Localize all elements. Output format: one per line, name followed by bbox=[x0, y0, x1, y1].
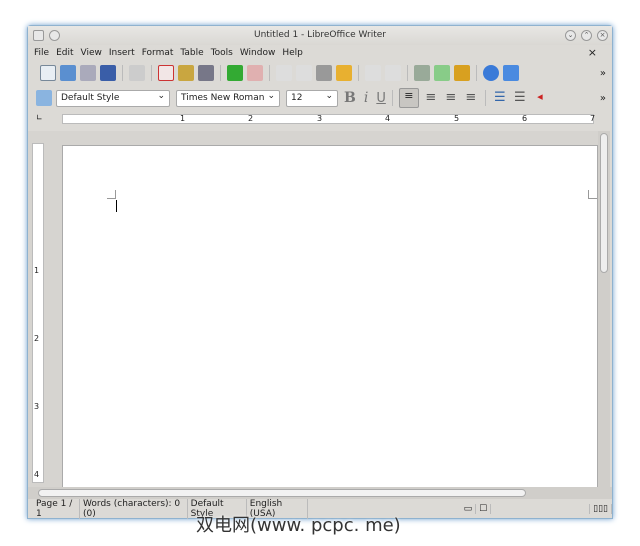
ruler-tick: 2 bbox=[34, 334, 40, 343]
horizontal-scroll-thumb[interactable] bbox=[38, 489, 526, 497]
hyperlink-icon[interactable] bbox=[414, 65, 430, 81]
title-bar: Untitled 1 - LibreOffice Writer ⌄ ⌃ × bbox=[28, 26, 612, 45]
ruler-tick: 5 bbox=[454, 114, 460, 123]
toolbar-overflow-button-2[interactable]: » bbox=[600, 93, 606, 104]
ruler-tick: 4 bbox=[34, 470, 40, 479]
print-direct-icon[interactable] bbox=[178, 65, 194, 81]
window-title: Untitled 1 - LibreOffice Writer bbox=[253, 30, 387, 40]
paragraph-style-select[interactable]: Default Style bbox=[56, 89, 170, 107]
menu-table[interactable]: Table bbox=[180, 48, 203, 58]
export-pdf-icon[interactable] bbox=[158, 65, 174, 81]
ruler-tick: 6 bbox=[522, 114, 528, 123]
export-icon[interactable] bbox=[100, 65, 116, 81]
menu-format[interactable]: Format bbox=[142, 48, 174, 58]
maximize-button[interactable]: ⌃ bbox=[581, 30, 592, 41]
tab-type-icon[interactable]: ∟ bbox=[36, 113, 43, 122]
align-left-icon[interactable]: ≡ bbox=[398, 88, 419, 108]
bullets-icon[interactable]: ☰ bbox=[512, 90, 528, 106]
separator bbox=[122, 65, 123, 81]
separator bbox=[358, 65, 359, 81]
view-layout-icon[interactable]: ▯▯▯ bbox=[590, 504, 613, 514]
zoom-slider[interactable] bbox=[491, 504, 591, 514]
menu-help[interactable]: Help bbox=[282, 48, 303, 58]
separator bbox=[391, 90, 393, 106]
redo-icon[interactable] bbox=[385, 65, 401, 81]
print-preview-icon[interactable] bbox=[198, 65, 214, 81]
standard-toolbar: » bbox=[28, 61, 612, 85]
menu-bar: File Edit View Insert Format Table Tools… bbox=[28, 45, 612, 61]
autospellcheck-icon[interactable] bbox=[247, 65, 263, 81]
ruler-tick: 1 bbox=[180, 114, 186, 123]
ruler-tick: 4 bbox=[385, 114, 391, 123]
open-icon[interactable] bbox=[60, 65, 76, 81]
ruler-tick: 1 bbox=[34, 266, 40, 275]
menu-view[interactable]: View bbox=[81, 48, 102, 58]
align-right-icon[interactable]: ≡ bbox=[443, 90, 459, 106]
horizontal-ruler[interactable]: ∟ 1 2 3 4 5 6 7 bbox=[28, 111, 612, 127]
spellcheck-icon[interactable] bbox=[227, 65, 243, 81]
minimize-button[interactable]: ⌄ bbox=[565, 30, 576, 41]
font-size-select[interactable]: 12 bbox=[286, 89, 338, 107]
paste-icon[interactable] bbox=[316, 65, 332, 81]
clone-formatting-icon[interactable] bbox=[336, 65, 352, 81]
menu-window[interactable]: Window bbox=[240, 48, 276, 58]
menu-file[interactable]: File bbox=[34, 48, 49, 58]
numbering-icon[interactable]: ☰ bbox=[492, 90, 508, 106]
separator bbox=[476, 65, 477, 81]
separator bbox=[269, 65, 270, 81]
vertical-scroll-thumb[interactable] bbox=[600, 133, 608, 273]
vertical-ruler[interactable]: 1 2 3 4 bbox=[32, 143, 44, 483]
edit-file-icon[interactable] bbox=[129, 65, 145, 81]
italic-icon[interactable]: i bbox=[364, 90, 368, 106]
navigator-icon[interactable] bbox=[483, 65, 499, 81]
word-count[interactable]: Words (characters): 0 (0) bbox=[80, 499, 188, 519]
decrease-indent-icon[interactable]: ◂ bbox=[532, 90, 548, 106]
close-button[interactable]: × bbox=[597, 30, 608, 41]
menu-insert[interactable]: Insert bbox=[109, 48, 135, 58]
insert-mode-icon[interactable]: ▭ bbox=[461, 504, 477, 514]
table-icon[interactable] bbox=[434, 65, 450, 81]
ruler-tick: 3 bbox=[34, 402, 40, 411]
cut-icon[interactable] bbox=[276, 65, 292, 81]
formatting-toolbar: Default Style Times New Roman 12 B i U ≡… bbox=[28, 85, 612, 111]
separator bbox=[484, 90, 486, 106]
font-name-select[interactable]: Times New Roman bbox=[176, 89, 280, 107]
show-draw-functions-icon[interactable] bbox=[454, 65, 470, 81]
new-document-icon[interactable] bbox=[40, 65, 56, 81]
underline-icon[interactable]: U bbox=[376, 91, 386, 106]
text-boundary-corner bbox=[107, 190, 116, 199]
libreoffice-window: Untitled 1 - LibreOffice Writer ⌄ ⌃ × Fi… bbox=[27, 25, 613, 519]
bold-icon[interactable]: B bbox=[344, 90, 356, 106]
separator bbox=[407, 65, 408, 81]
text-cursor bbox=[116, 200, 117, 212]
justify-icon[interactable]: ≡ bbox=[463, 90, 479, 106]
document-page[interactable] bbox=[62, 145, 598, 490]
ruler-tick: 7 bbox=[590, 114, 596, 123]
separator bbox=[220, 65, 221, 81]
styles-icon[interactable] bbox=[36, 90, 52, 106]
close-document-button[interactable]: × bbox=[588, 46, 597, 59]
align-center-icon[interactable]: ≡ bbox=[423, 90, 439, 106]
separator bbox=[151, 65, 152, 81]
document-modified-icon[interactable]: ☐ bbox=[476, 504, 492, 514]
save-icon[interactable] bbox=[80, 65, 96, 81]
watermark: 双电网(www. pcpc. me) bbox=[196, 515, 401, 536]
toolbar-overflow-button[interactable]: » bbox=[600, 68, 606, 79]
text-boundary-corner bbox=[588, 190, 597, 199]
menu-tools[interactable]: Tools bbox=[211, 48, 233, 58]
undo-icon[interactable] bbox=[365, 65, 381, 81]
ruler-tick: 2 bbox=[248, 114, 254, 123]
vertical-scrollbar[interactable] bbox=[598, 131, 610, 487]
horizontal-scrollbar[interactable] bbox=[28, 487, 612, 499]
document-area: 1 2 3 4 bbox=[28, 131, 598, 490]
menu-edit[interactable]: Edit bbox=[56, 48, 73, 58]
ruler-tick: 3 bbox=[317, 114, 323, 123]
copy-icon[interactable] bbox=[296, 65, 312, 81]
page-count[interactable]: Page 1 / 1 bbox=[33, 499, 81, 519]
gallery-icon[interactable] bbox=[503, 65, 519, 81]
